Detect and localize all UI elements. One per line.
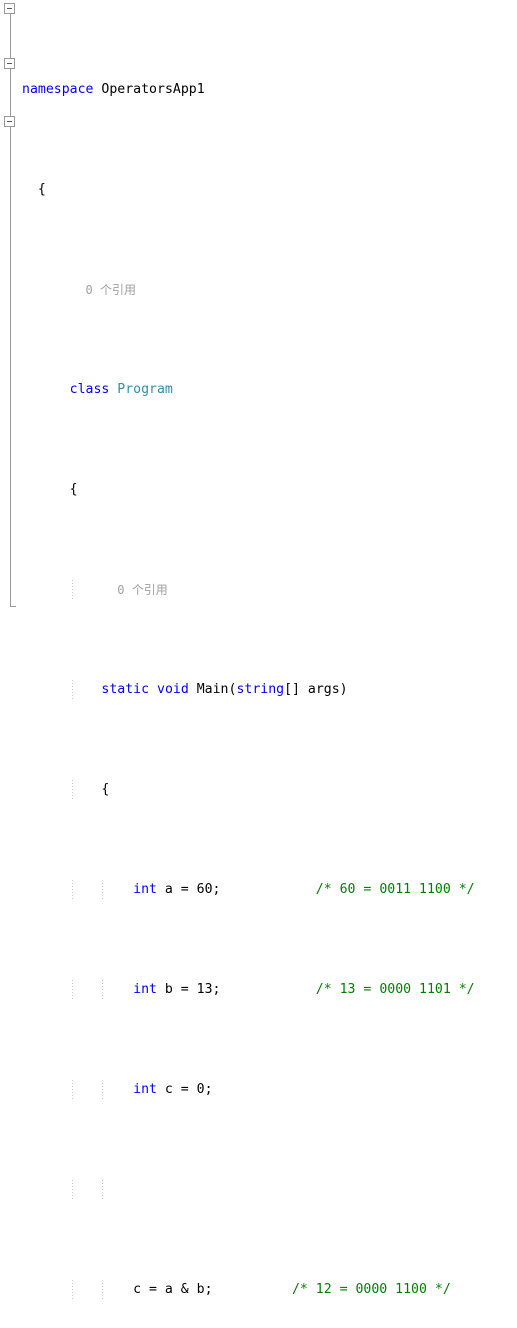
codelens-class-program[interactable]: 0 个引用 bbox=[22, 280, 517, 300]
code-line-decl-a[interactable]: int a = 60; /* 60 = 0011 1100 */ bbox=[22, 880, 517, 900]
token-int-keyword-a: int bbox=[133, 882, 157, 897]
indent-guide bbox=[72, 1080, 73, 1100]
code-line-and[interactable]: c = a & b; /* 12 = 0000 1100 */ bbox=[22, 1280, 517, 1300]
token-args: args bbox=[307, 682, 340, 697]
fold-toggle-class[interactable] bbox=[4, 58, 15, 69]
token-brace-open-class: { bbox=[69, 482, 78, 497]
code-line-decl-c[interactable]: int c = 0; bbox=[22, 1080, 517, 1100]
code-line-decl-b[interactable]: int b = 13; /* 13 = 0000 1101 */ bbox=[22, 980, 517, 1000]
token-main-name: Main bbox=[196, 682, 229, 697]
token-decl-b: b = 13; bbox=[156, 982, 221, 997]
code-editor[interactable]: namespace OperatorsApp1 { 0 个引用 class Pr… bbox=[0, 0, 517, 1300]
token-class-name: Program bbox=[117, 382, 173, 397]
code-line-namespace-open[interactable]: { bbox=[22, 180, 517, 200]
indent-guide bbox=[102, 1080, 103, 1100]
token-decl-a: a = 60; bbox=[156, 882, 221, 897]
code-line-main-open[interactable]: { bbox=[22, 780, 517, 800]
code-line-namespace[interactable]: namespace OperatorsApp1 bbox=[22, 80, 517, 100]
fold-toggle-namespace[interactable] bbox=[4, 3, 15, 14]
indent-guide bbox=[72, 680, 73, 700]
indent-guide bbox=[72, 580, 73, 600]
editor-gutter bbox=[0, 0, 22, 664]
token-brace bbox=[22, 182, 38, 197]
token-int-keyword-b: int bbox=[133, 982, 157, 997]
code-content[interactable]: namespace OperatorsApp1 { 0 个引用 class Pr… bbox=[22, 0, 517, 1300]
token-brace-open-namespace: { bbox=[37, 182, 46, 197]
code-line-main-signature[interactable]: static void Main(string[] args) bbox=[22, 680, 517, 700]
comment-a: /* 60 = 0011 1100 */ bbox=[315, 882, 475, 897]
indent-guide bbox=[72, 880, 73, 900]
indent-guide bbox=[72, 1180, 73, 1200]
codelens-class-label[interactable]: 0 个引用 bbox=[86, 283, 136, 297]
token-class-keyword: class bbox=[69, 382, 110, 397]
token-string-type: string bbox=[236, 682, 285, 697]
fold-end-namespace bbox=[10, 606, 16, 607]
comment-spacer bbox=[213, 1282, 292, 1297]
comment-and: /* 12 = 0000 1100 */ bbox=[291, 1282, 451, 1297]
fold-toggle-main[interactable] bbox=[4, 116, 15, 127]
codelens-main-label[interactable]: 0 个引用 bbox=[117, 583, 167, 597]
code-line-class-open[interactable]: { bbox=[22, 480, 517, 500]
token-void-keyword: void bbox=[157, 682, 189, 697]
comment-b: /* 13 = 0000 1101 */ bbox=[315, 982, 475, 997]
token-brackets: [] bbox=[284, 682, 308, 697]
code-line-class[interactable]: class Program bbox=[22, 380, 517, 400]
indent-guide bbox=[72, 780, 73, 800]
token-namespace-keyword: namespace bbox=[22, 82, 94, 97]
token-decl-c: c = 0; bbox=[156, 1082, 213, 1097]
codelens-main-method[interactable]: 0 个引用 bbox=[22, 580, 517, 600]
indent-guide bbox=[72, 1280, 73, 1300]
comment-spacer bbox=[221, 882, 316, 897]
indent-guide bbox=[102, 980, 103, 1000]
token-paren-open: ( bbox=[228, 682, 237, 697]
indent-guide bbox=[102, 880, 103, 900]
token-brace-open-main: { bbox=[101, 782, 110, 797]
token-paren-close: ) bbox=[339, 682, 348, 697]
token-namespace-name: OperatorsApp1 bbox=[101, 82, 205, 97]
indent-guide bbox=[102, 1180, 103, 1200]
fold-guide-line-namespace bbox=[10, 14, 11, 606]
indent-guide bbox=[102, 1280, 103, 1300]
token-static-keyword: static bbox=[101, 682, 150, 697]
stmt-and: c = a & b; bbox=[133, 1282, 213, 1297]
code-line-blank[interactable] bbox=[22, 1180, 517, 1200]
indent-guide bbox=[72, 980, 73, 1000]
token-int-keyword-c: int bbox=[133, 1082, 157, 1097]
comment-spacer bbox=[221, 982, 316, 997]
